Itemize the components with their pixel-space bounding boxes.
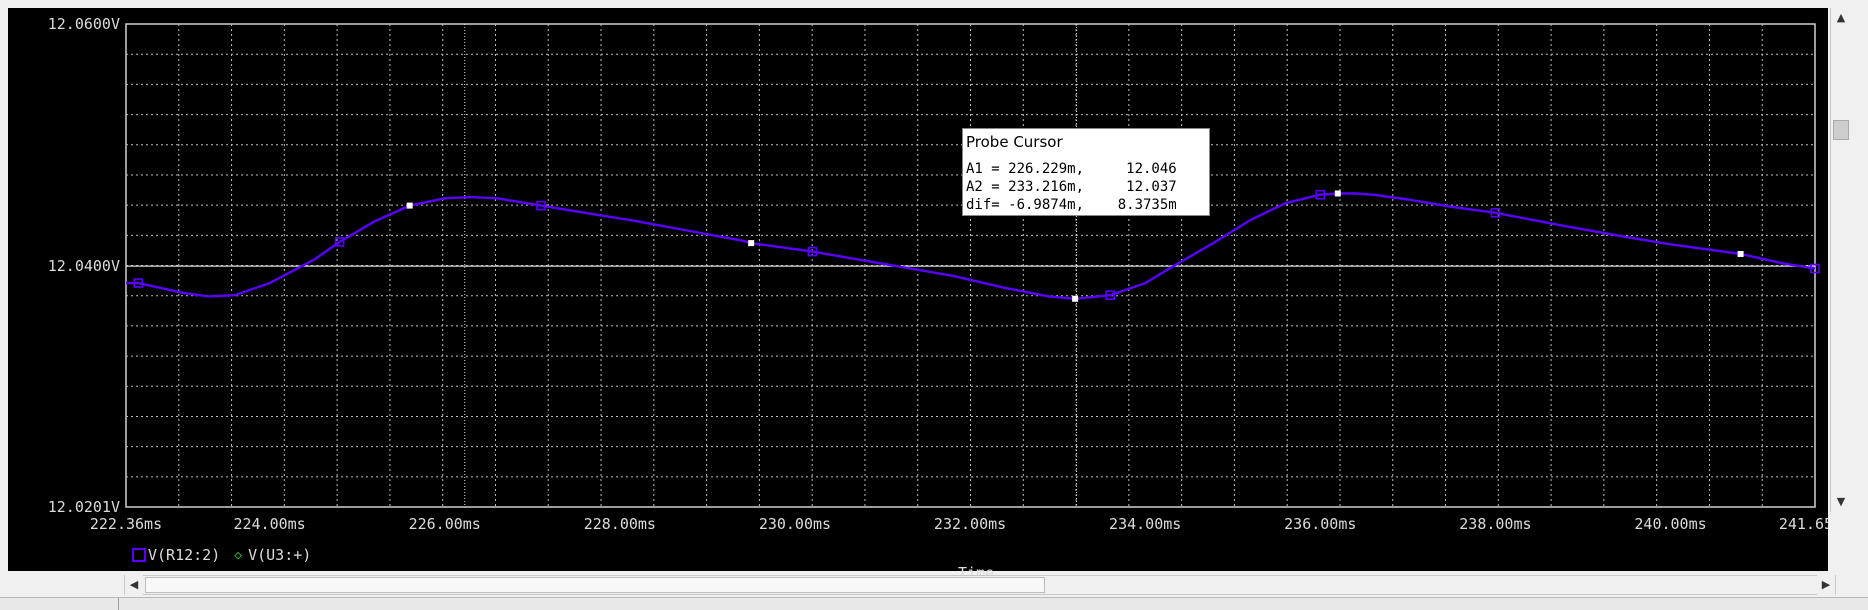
legend-series-1[interactable]: V(R12:2) [148, 546, 220, 564]
y-tick-label: 12.0400V [48, 257, 120, 275]
probe-cursor-window[interactable]: Probe Cursor A1 = 226.229m, 12.046 A2 = … [962, 128, 1210, 216]
data-point [1737, 251, 1744, 257]
legend-square-marker-icon [132, 548, 146, 562]
x-tick-label: 232.00ms [934, 515, 1006, 533]
x-tick-label: 224.00ms [233, 515, 305, 533]
horizontal-scroll-thumb[interactable] [145, 577, 1045, 593]
x-tick-label: 234.00ms [1109, 515, 1181, 533]
data-point [748, 240, 755, 247]
status-bar [0, 597, 1868, 610]
data-point [406, 202, 413, 209]
legend-diamond-marker-icon: ◇ [234, 547, 243, 563]
probe-window: 12.0600V 12.0400V 12.0201V 222.36ms 224.00ms… [0, 0, 1868, 610]
x-tick-label: 236.00ms [1284, 515, 1356, 533]
status-cell [0, 598, 119, 610]
scroll-up-arrow-icon[interactable]: ▲ [1831, 8, 1851, 28]
plot-area[interactable]: 12.0600V 12.0400V 12.0201V 222.36ms 224.00ms… [8, 8, 1828, 582]
data-point [1072, 295, 1079, 302]
x-tick-label: 240.00ms [1634, 515, 1706, 533]
y-tick-label: 12.0600V [48, 15, 120, 33]
legend-series-2[interactable]: V(U3:+) [248, 546, 311, 564]
scroll-down-arrow-icon[interactable]: ▼ [1831, 492, 1851, 512]
waveform-chart: 12.0600V 12.0400V 12.0201V222.36ms 224.00ms… [48, 15, 1828, 533]
data-point [1334, 190, 1341, 197]
x-tick-label: 222.36ms [90, 515, 162, 533]
scroll-right-arrow-icon[interactable]: ▶ [1817, 575, 1835, 595]
legend: V(R12:2) ◇ V(U3:+) [132, 546, 311, 564]
x-tick-label: 241.65ms [1779, 515, 1828, 533]
y-tick-label: 12.0201V [48, 498, 120, 516]
x-tick-label: 226.00ms [409, 515, 481, 533]
x-tick-label: 230.00ms [759, 515, 831, 533]
x-tick-label: 228.00ms [584, 515, 656, 533]
probe-cursor-title: Probe Cursor [966, 133, 1063, 151]
probe-cursor-a1: A1 = 226.229m, 12.046 [966, 161, 1177, 177]
scroll-left-arrow-icon[interactable]: ◀ [125, 575, 143, 595]
vertical-scrollbar[interactable]: ▲ ▼ [1830, 8, 1851, 512]
horizontal-scrollbar[interactable]: ◀ ▶ [124, 575, 1836, 595]
x-tick-label: 238.00ms [1459, 515, 1531, 533]
vertical-scroll-thumb[interactable] [1833, 120, 1849, 140]
probe-cursor-a2: A2 = 233.216m, 12.037 [966, 179, 1177, 195]
probe-cursor-dif: dif= -6.9874m, 8.3735m [966, 197, 1177, 213]
